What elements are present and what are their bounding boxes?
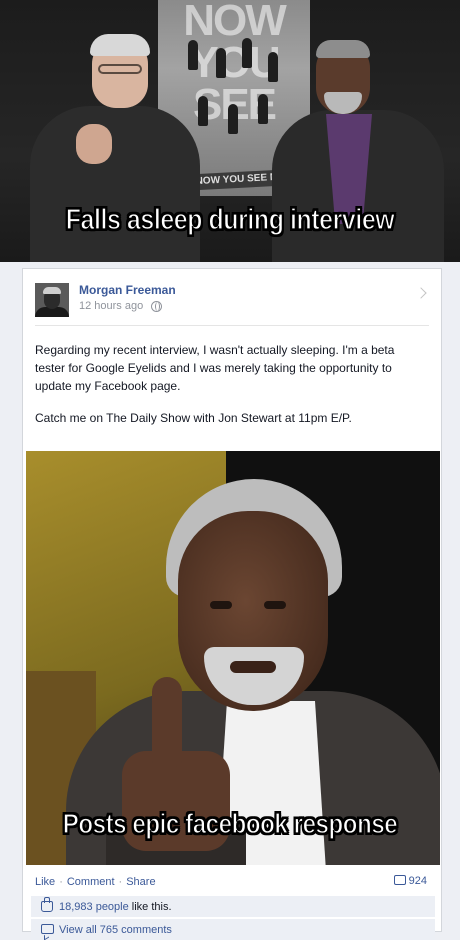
likes-count-link[interactable]: 18,983 people	[59, 901, 129, 913]
avatar[interactable]	[35, 283, 69, 317]
author-name-link[interactable]: Morgan Freeman	[79, 283, 176, 297]
speech-bubble-icon	[393, 875, 406, 885]
view-comments-row[interactable]: View all 765 comments	[31, 918, 435, 940]
likes-row: 18,983 people like this.	[31, 895, 435, 917]
likes-suffix: like this.	[128, 901, 172, 913]
divider	[35, 325, 429, 326]
speech-bubble-icon	[41, 924, 54, 934]
like-link[interactable]: Like	[35, 876, 55, 888]
comment-link[interactable]: Comment	[67, 876, 115, 888]
view-all-comments-link[interactable]: View all 765 comments	[59, 924, 172, 936]
share-link[interactable]: Share	[126, 876, 155, 888]
post-actions-bar: Like · Comment · Share 924	[23, 873, 441, 893]
meme-bottom-caption: Posts epic facebook response	[62, 807, 398, 839]
post-photo[interactable]	[26, 451, 440, 865]
chevron-right-icon[interactable]	[415, 287, 427, 299]
poster-figure	[216, 48, 226, 78]
poster-figure	[242, 38, 252, 68]
comment-count[interactable]: 924	[393, 875, 427, 887]
comment-count-value: 924	[408, 875, 427, 887]
poster-figure	[228, 104, 238, 134]
thumbs-up-icon	[41, 897, 53, 912]
post-paragraph: Catch me on The Daily Show with Jon Stew…	[35, 411, 352, 425]
post-body: Regarding my recent interview, I wasn't …	[35, 341, 427, 427]
separator: ·	[118, 876, 123, 888]
post-paragraph: Regarding my recent interview, I wasn't …	[35, 343, 395, 393]
globe-icon[interactable]	[151, 301, 162, 312]
separator: ·	[59, 876, 63, 888]
post-timestamp[interactable]: 12 hours ago	[79, 300, 143, 312]
meme-top-caption: Falls asleep during interview	[65, 203, 395, 236]
poster-figure	[258, 94, 268, 124]
